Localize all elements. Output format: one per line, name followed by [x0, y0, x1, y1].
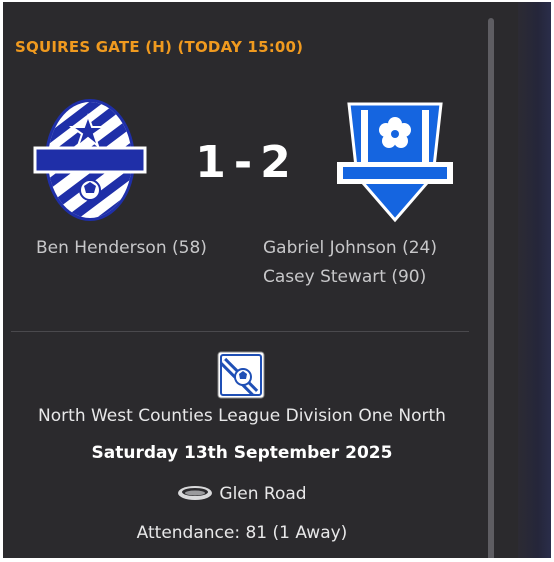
home-score: 1 [195, 137, 226, 188]
away-club-crest-icon[interactable] [335, 96, 455, 224]
away-scorer[interactable]: Gabriel Johnson (24) [263, 238, 437, 258]
stadium-icon [177, 485, 213, 501]
scrollbar[interactable] [488, 18, 494, 558]
home-club-crest-icon[interactable] [33, 96, 147, 224]
away-score: 2 [260, 137, 291, 188]
competition-logo-icon[interactable] [217, 351, 265, 399]
divider [11, 331, 469, 332]
venue-row[interactable]: Glen Road [3, 484, 481, 504]
match-score: 1-2 [183, 136, 303, 190]
away-scorer[interactable]: Casey Stewart (90) [263, 267, 426, 287]
home-scorer[interactable]: Ben Henderson (58) [36, 238, 207, 258]
side-strip [518, 2, 551, 558]
competition-name[interactable]: North West Counties League Division One … [3, 406, 481, 426]
venue-name: Glen Road [219, 484, 307, 504]
score-separator: - [233, 137, 253, 188]
match-header-title[interactable]: SQUIRES GATE (H) (TODAY 15:00) [15, 38, 303, 56]
match-date: Saturday 13th September 2025 [91, 443, 393, 463]
screenshot-frame: SQUIRES GATE (H) (TODAY 15:00) 1 - 2 Ben… [0, 0, 554, 562]
attendance-text: Attendance: 81 (1 Away) [136, 523, 348, 543]
match-summary-panel: SQUIRES GATE (H) (TODAY 15:00) 1 - 2 Ben… [3, 2, 551, 558]
